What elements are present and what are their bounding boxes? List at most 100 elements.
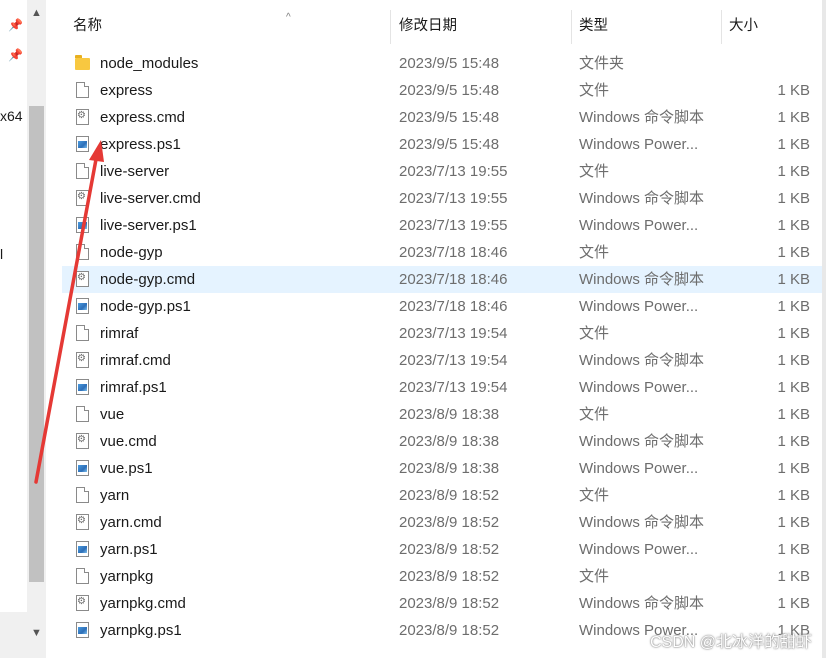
file-row[interactable]: live-server.cmd 2023/7/13 19:55 Windows 命令… <box>62 185 822 212</box>
scroll-up-icon[interactable]: ▲ <box>27 4 46 22</box>
file-name: node-gyp.ps1 <box>100 298 191 315</box>
file-date-modified: 2023/8/9 18:52 <box>399 622 500 639</box>
file-row[interactable]: yarn.cmd 2023/8/9 18:52 Windows 命令脚本 1 KB <box>62 509 822 536</box>
file-date-modified: 2023/8/9 18:52 <box>399 541 500 558</box>
cmd-script-icon <box>76 595 89 611</box>
scroll-down-icon[interactable]: ▼ <box>27 624 46 642</box>
file-row[interactable]: live-server.ps1 2023/7/13 19:55 Windows Po… <box>62 212 822 239</box>
powershell-script-icon <box>76 298 89 314</box>
file-name: yarnpkg <box>100 568 154 585</box>
powershell-script-icon <box>76 622 89 638</box>
scrollbar-thumb[interactable] <box>29 106 44 582</box>
file-date-modified: 2023/8/9 18:38 <box>399 433 500 450</box>
column-size[interactable]: 大小 <box>729 8 758 44</box>
window-edge <box>822 0 826 658</box>
file-type: 文件 <box>579 406 610 423</box>
cmd-script-icon <box>76 190 89 206</box>
file-size: 1 KB <box>777 298 810 315</box>
file-date-modified: 2023/7/13 19:54 <box>399 325 508 342</box>
file-type: Windows Power... <box>579 136 699 153</box>
file-size: 1 KB <box>777 595 810 612</box>
cmd-script-icon <box>76 271 89 287</box>
file-type: Windows 命令脚本 <box>579 271 705 288</box>
file-date-modified: 2023/8/9 18:52 <box>399 595 500 612</box>
file-name: node_modules <box>100 55 199 72</box>
file-name: live-server <box>100 163 170 180</box>
file-row[interactable]: rimraf.ps1 2023/7/13 19:54 Windows Power..… <box>62 374 822 401</box>
column-divider[interactable] <box>571 10 572 44</box>
column-date[interactable]: 修改日期 <box>399 8 457 44</box>
nav-scrollbar[interactable]: ▲ ▼ <box>27 0 46 658</box>
file-date-modified: 2023/7/13 19:54 <box>399 379 508 396</box>
file-size: 1 KB <box>777 217 810 234</box>
file-size: 1 KB <box>777 379 810 396</box>
file-type: 文件 <box>579 244 610 261</box>
file-type: Windows 命令脚本 <box>579 109 705 126</box>
file-row[interactable]: vue.cmd 2023/8/9 18:38 Windows 命令脚本 1 KB <box>62 428 822 455</box>
file-row[interactable]: express 2023/9/5 15:48 文件 1 KB <box>62 77 822 104</box>
file-row[interactable]: rimraf.cmd 2023/7/13 19:54 Windows 命令脚本 1 K… <box>62 347 822 374</box>
file-icon <box>76 325 89 341</box>
powershell-script-icon <box>76 136 89 152</box>
file-row[interactable]: node-gyp.cmd 2023/7/18 18:46 Windows 命令脚本 1… <box>62 266 822 293</box>
file-name: express.cmd <box>100 109 186 126</box>
file-name: rimraf.cmd <box>100 352 171 369</box>
powershell-script-icon <box>76 460 89 476</box>
nav-pane-footer <box>0 612 27 658</box>
file-icon <box>76 163 89 179</box>
file-date-modified: 2023/9/5 15:48 <box>399 136 500 153</box>
file-date-modified: 2023/9/5 15:48 <box>399 82 500 99</box>
file-name: rimraf <box>100 325 139 342</box>
column-divider[interactable] <box>390 10 391 44</box>
file-type: Windows Power... <box>579 460 699 477</box>
file-row[interactable]: express.cmd 2023/9/5 15:48 Windows 命令脚本 1 K… <box>62 104 822 131</box>
file-row[interactable]: node_modules 2023/9/5 15:48 文件夹 <box>62 50 822 77</box>
column-divider[interactable] <box>721 10 722 44</box>
file-row[interactable]: vue 2023/8/9 18:38 文件 1 KB <box>62 401 822 428</box>
file-row[interactable]: express.ps1 2023/9/5 15:48 Windows Power..… <box>62 131 822 158</box>
file-row[interactable]: node-gyp 2023/7/18 18:46 文件 1 KB <box>62 239 822 266</box>
file-size: 1 KB <box>777 406 810 423</box>
nav-item-fragment[interactable]: l <box>0 246 3 262</box>
file-date-modified: 2023/8/9 18:52 <box>399 487 500 504</box>
file-row[interactable]: yarn.ps1 2023/8/9 18:52 Windows Power... 1 … <box>62 536 822 563</box>
powershell-script-icon <box>76 217 89 233</box>
file-name: yarnpkg.ps1 <box>100 622 182 639</box>
file-date-modified: 2023/7/18 18:46 <box>399 244 508 261</box>
file-row[interactable]: yarnpkg 2023/8/9 18:52 文件 1 KB <box>62 563 822 590</box>
file-size: 1 KB <box>777 163 810 180</box>
nav-item-fragment[interactable]: x64 <box>0 108 23 124</box>
navigation-pane: 📌 📌 x64 l ▲ ▼ <box>0 0 46 658</box>
file-size: 1 KB <box>777 568 810 585</box>
file-date-modified: 2023/9/5 15:48 <box>399 55 500 72</box>
file-name: yarn <box>100 487 130 504</box>
file-list: node_modules 2023/9/5 15:48 文件夹 express 2023… <box>62 50 822 644</box>
file-row[interactable]: yarn 2023/8/9 18:52 文件 1 KB <box>62 482 822 509</box>
file-size: 1 KB <box>777 352 810 369</box>
file-type: Windows Power... <box>579 217 699 234</box>
file-name: node-gyp.cmd <box>100 271 196 288</box>
column-type[interactable]: 类型 <box>579 8 608 44</box>
file-row[interactable]: vue.ps1 2023/8/9 18:38 Windows Power... 1 K… <box>62 455 822 482</box>
file-date-modified: 2023/7/13 19:55 <box>399 163 508 180</box>
file-size: 1 KB <box>777 541 810 558</box>
powershell-script-icon <box>76 541 89 557</box>
file-name: vue.ps1 <box>100 460 153 477</box>
pin-icon[interactable]: 📌 <box>8 48 23 62</box>
file-type: Windows 命令脚本 <box>579 352 705 369</box>
file-row[interactable]: yarnpkg.cmd 2023/8/9 18:52 Windows 命令脚本 1 K… <box>62 590 822 617</box>
pin-icon[interactable]: 📌 <box>8 18 23 32</box>
file-row[interactable]: live-server 2023/7/13 19:55 文件 1 KB <box>62 158 822 185</box>
file-row[interactable]: node-gyp.ps1 2023/7/18 18:46 Windows Power… <box>62 293 822 320</box>
file-type: 文件夹 <box>579 55 625 72</box>
column-name[interactable]: 名称 <box>73 8 102 44</box>
file-type: Windows Power... <box>579 298 699 315</box>
file-date-modified: 2023/7/18 18:46 <box>399 298 508 315</box>
file-size: 1 KB <box>777 487 810 504</box>
file-size: 1 KB <box>777 82 810 99</box>
file-name: node-gyp <box>100 244 163 261</box>
file-row[interactable]: rimraf 2023/7/13 19:54 文件 1 KB <box>62 320 822 347</box>
file-size: 1 KB <box>777 190 810 207</box>
file-date-modified: 2023/7/13 19:55 <box>399 190 508 207</box>
file-type: Windows 命令脚本 <box>579 514 705 531</box>
